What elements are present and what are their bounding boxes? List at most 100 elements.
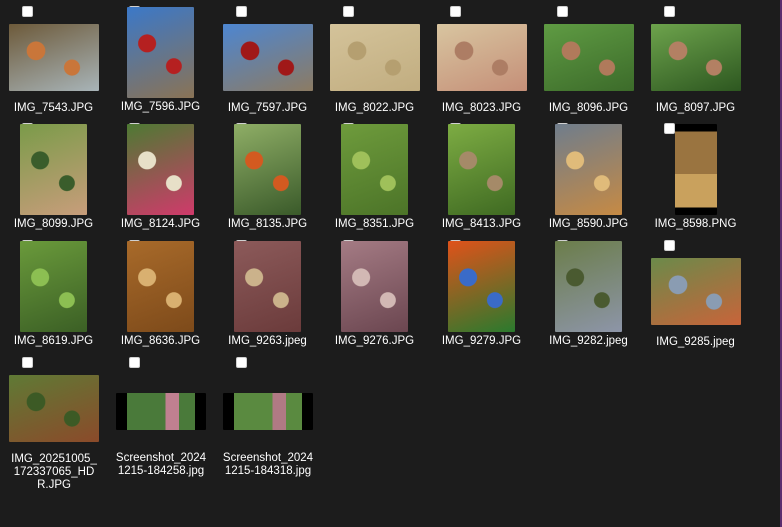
greens-photo[interactable] xyxy=(650,24,741,91)
thumbnail-frame xyxy=(428,124,535,215)
thumbnail-frame xyxy=(535,24,642,91)
grass-photo[interactable] xyxy=(8,375,99,442)
thumbnail-frame xyxy=(0,124,107,215)
thumbnail-frame xyxy=(107,7,214,98)
peas-box-photo[interactable] xyxy=(448,124,515,215)
file-tile[interactable]: IMG_20251005_172337065_HDR.JPG xyxy=(0,351,107,491)
file-name-label: IMG_8096.JPG xyxy=(548,102,629,114)
select-checkbox[interactable] xyxy=(236,6,247,17)
thumbnail-frame xyxy=(535,124,642,215)
file-tile[interactable]: IMG_9276.JPG xyxy=(321,234,428,351)
select-checkbox[interactable] xyxy=(343,6,354,17)
file-tile[interactable]: IMG_8351.JPG xyxy=(321,117,428,234)
grain-hand-photo[interactable] xyxy=(436,24,527,91)
file-name-label: IMG_7543.JPG xyxy=(13,102,94,114)
file-name-label: IMG_20251005_172337065_HDR.JPG xyxy=(11,453,97,491)
file-tile[interactable]: IMG_8619.JPG xyxy=(0,234,107,351)
select-checkbox[interactable] xyxy=(22,357,33,368)
file-grid: IMG_7543.JPG IMG_7596.JPG IMG_7597.JPG IMG_… xyxy=(0,0,780,527)
screenshot-photo[interactable] xyxy=(115,393,206,430)
thumbnail-frame xyxy=(214,124,321,215)
garden-photo[interactable] xyxy=(555,241,622,332)
file-tile[interactable]: IMG_8022.JPG xyxy=(321,0,428,117)
file-tile[interactable]: IMG_8598.PNG xyxy=(642,117,749,234)
thumbnail-frame xyxy=(428,24,535,91)
thumbnail-frame xyxy=(321,241,428,332)
thumbnail-frame xyxy=(428,241,535,332)
file-tile[interactable]: IMG_9282.jpeg xyxy=(535,234,642,351)
thumbnail-frame xyxy=(214,24,321,91)
thumbnail-frame xyxy=(107,393,214,430)
file-tile[interactable]: IMG_8023.JPG xyxy=(428,0,535,117)
file-tile[interactable]: IMG_8124.JPG xyxy=(107,117,214,234)
tree-fruit-photo[interactable] xyxy=(8,24,99,91)
thumbnail-frame xyxy=(214,241,321,332)
screenshot-photo[interactable] xyxy=(222,393,313,430)
file-name-label: IMG_9285.jpeg xyxy=(656,336,735,348)
select-checkbox[interactable] xyxy=(450,6,461,17)
file-tile[interactable]: IMG_8096.JPG xyxy=(535,0,642,117)
file-tile[interactable]: Screenshot_20241215-184258.jpg xyxy=(107,351,214,477)
roots-photo[interactable] xyxy=(20,124,87,215)
file-name-label: IMG_9279.JPG xyxy=(441,335,522,347)
greens-photo[interactable] xyxy=(543,24,634,91)
file-name-label: IMG_8413.JPG xyxy=(441,218,522,230)
radish-photo[interactable] xyxy=(127,124,194,215)
file-name-label: IMG_8598.PNG xyxy=(654,218,737,230)
file-name-label: IMG_7596.JPG xyxy=(120,101,201,113)
grain-photo[interactable] xyxy=(329,24,420,91)
file-name-label: IMG_8135.JPG xyxy=(227,218,308,230)
file-tile[interactable]: IMG_7596.JPG xyxy=(107,0,214,117)
thumbnail-frame xyxy=(0,24,107,91)
thumbnail-frame xyxy=(107,124,214,215)
file-tile[interactable]: IMG_8413.JPG xyxy=(428,117,535,234)
tomatoes-photo[interactable] xyxy=(448,241,515,332)
thumbnail-frame xyxy=(642,124,749,215)
thumbnail-frame xyxy=(0,241,107,332)
file-name-label: IMG_8124.JPG xyxy=(120,218,201,230)
peas-photo[interactable] xyxy=(341,124,408,215)
thumbnail-frame xyxy=(535,241,642,332)
file-tile[interactable]: IMG_7597.JPG xyxy=(214,0,321,117)
tractor-field-photo[interactable] xyxy=(222,24,313,91)
thumbnail-frame xyxy=(642,258,749,325)
select-checkbox[interactable] xyxy=(664,6,675,17)
file-tile[interactable]: Screenshot_20241215-184318.jpg xyxy=(214,351,321,477)
file-name-label: IMG_9276.JPG xyxy=(334,335,415,347)
thumbnail-frame xyxy=(642,24,749,91)
thumbnail-frame xyxy=(107,241,214,332)
file-name-label: IMG_9282.jpeg xyxy=(549,335,628,347)
file-tile[interactable]: IMG_9279.JPG xyxy=(428,234,535,351)
select-checkbox[interactable] xyxy=(129,357,140,368)
file-name-label: IMG_9263.jpeg xyxy=(228,335,307,347)
file-tile[interactable]: IMG_9263.jpeg xyxy=(214,234,321,351)
potatoes-photo[interactable] xyxy=(674,124,717,215)
beans-photo[interactable] xyxy=(20,241,87,332)
nuts-photo[interactable] xyxy=(127,241,194,332)
file-tile[interactable]: IMG_7543.JPG xyxy=(0,0,107,117)
fruit-cloth-photo[interactable] xyxy=(555,124,622,215)
file-name-label: IMG_7597.JPG xyxy=(227,102,308,114)
file-name-label: IMG_8636.JPG xyxy=(120,335,201,347)
file-tile[interactable]: IMG_8097.JPG xyxy=(642,0,749,117)
persimmon-tree-photo[interactable] xyxy=(234,124,301,215)
file-tile[interactable]: IMG_8099.JPG xyxy=(0,117,107,234)
file-name-label: Screenshot_20241215-184318.jpg xyxy=(222,452,314,477)
file-name-label: IMG_8099.JPG xyxy=(13,218,94,230)
file-name-label: IMG_8022.JPG xyxy=(334,102,415,114)
file-name-label: Screenshot_20241215-184258.jpg xyxy=(115,452,207,477)
garden-photo[interactable] xyxy=(650,258,741,325)
file-name-label: IMG_8619.JPG xyxy=(13,335,94,347)
tractor-field-photo[interactable] xyxy=(127,7,194,98)
select-checkbox[interactable] xyxy=(557,6,568,17)
file-tile[interactable]: IMG_9285.jpeg xyxy=(642,234,749,351)
thumbnail-frame xyxy=(321,24,428,91)
file-tile[interactable]: IMG_8636.JPG xyxy=(107,234,214,351)
sweet-potato-photo[interactable] xyxy=(234,241,301,332)
select-checkbox[interactable] xyxy=(664,240,675,251)
select-checkbox[interactable] xyxy=(22,6,33,17)
file-tile[interactable]: IMG_8135.JPG xyxy=(214,117,321,234)
file-tile[interactable]: IMG_8590.JPG xyxy=(535,117,642,234)
select-checkbox[interactable] xyxy=(236,357,247,368)
sweet-potato-photo[interactable] xyxy=(341,241,408,332)
